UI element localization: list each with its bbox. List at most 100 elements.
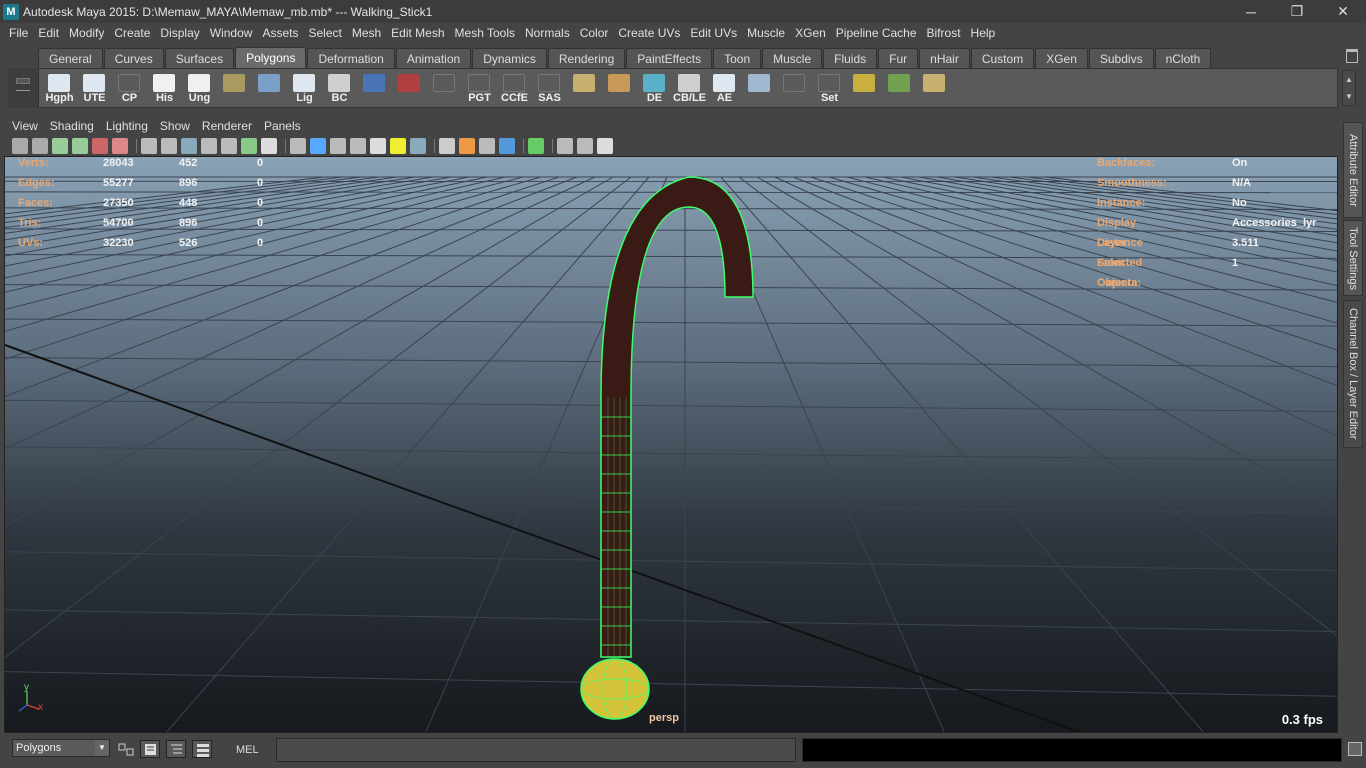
shelf-button-pgt[interactable]: PGT bbox=[463, 71, 496, 105]
shelf-button-cv-curve[interactable] bbox=[778, 71, 811, 105]
layers-icon[interactable] bbox=[192, 740, 212, 758]
perspective-viewport[interactable]: yx Verts: 28043 452 0 Edges: 55277 896 0 Faces: 2… bbox=[4, 156, 1338, 733]
menu-file[interactable]: File bbox=[4, 23, 33, 43]
snap-icon[interactable] bbox=[116, 740, 136, 758]
tab-muscle[interactable]: Muscle bbox=[762, 48, 823, 68]
minimize-button[interactable]: ─ bbox=[1228, 0, 1274, 23]
panel-menu-lighting[interactable]: Lighting bbox=[100, 119, 154, 133]
outliner-icon[interactable] bbox=[166, 740, 186, 758]
panel-menu-renderer[interactable]: Renderer bbox=[196, 119, 258, 133]
tab-channel-box-layer-editor[interactable]: Channel Box / Layer Editor bbox=[1343, 300, 1363, 448]
tab-curves[interactable]: Curves bbox=[103, 48, 164, 68]
shelf-button-bc[interactable]: BC bbox=[323, 71, 356, 105]
shelf-button-his[interactable]: His bbox=[148, 71, 181, 105]
grease-pencil-icon[interactable] bbox=[92, 138, 108, 154]
ambient-occlusion-icon[interactable] bbox=[439, 138, 455, 154]
shelf-button-spotlight[interactable] bbox=[743, 71, 776, 105]
tab-tool-settings[interactable]: Tool Settings bbox=[1343, 220, 1363, 296]
shelf-button-set[interactable]: Set bbox=[813, 71, 846, 105]
tab-fur[interactable]: Fur bbox=[878, 48, 919, 68]
image-plane-icon[interactable] bbox=[72, 138, 88, 154]
shelf-button-ccfe[interactable]: CCfE bbox=[498, 71, 531, 105]
shadows-icon[interactable] bbox=[410, 138, 426, 154]
close-button[interactable]: ✕ bbox=[1320, 0, 1366, 23]
tab-attribute-editor[interactable]: Attribute Editor bbox=[1343, 122, 1363, 218]
panel-menu-view[interactable]: View bbox=[6, 119, 44, 133]
anti-alias-icon[interactable] bbox=[499, 138, 515, 154]
bookmark-icon[interactable] bbox=[52, 138, 68, 154]
shelf-scroll-down-icon[interactable]: ▼ bbox=[1343, 88, 1355, 105]
menu-edit-mesh[interactable]: Edit Mesh bbox=[386, 23, 449, 43]
tab-custom[interactable]: Custom bbox=[970, 48, 1035, 68]
tab-nhair[interactable]: nHair bbox=[919, 48, 970, 68]
checker-icon[interactable] bbox=[370, 138, 386, 154]
mel-label[interactable]: MEL bbox=[236, 744, 259, 756]
tab-rendering[interactable]: Rendering bbox=[547, 48, 626, 68]
textured-icon[interactable] bbox=[241, 138, 257, 154]
shelf-options[interactable] bbox=[8, 68, 38, 108]
depth-of-field-icon[interactable] bbox=[479, 138, 495, 154]
shelf-button-curve[interactable] bbox=[428, 71, 461, 105]
shelf-button-ae[interactable]: AE bbox=[708, 71, 741, 105]
camera-attributes-icon[interactable] bbox=[32, 138, 48, 154]
isolate-select-icon[interactable] bbox=[557, 138, 573, 154]
two-d-pan-icon[interactable] bbox=[112, 138, 128, 154]
shelf-button-lig[interactable]: Lig bbox=[288, 71, 321, 105]
menu-modify[interactable]: Modify bbox=[64, 23, 109, 43]
shelf-button-pivot-target[interactable] bbox=[848, 71, 881, 105]
menu-display[interactable]: Display bbox=[155, 23, 204, 43]
script-editor-button[interactable] bbox=[1348, 742, 1362, 756]
snap-camera-icon[interactable] bbox=[597, 138, 613, 154]
menu-mesh[interactable]: Mesh bbox=[347, 23, 386, 43]
isolate-icon[interactable] bbox=[290, 138, 306, 154]
menu-normals[interactable]: Normals bbox=[520, 23, 575, 43]
tab-surfaces[interactable]: Surfaces bbox=[164, 48, 235, 68]
menu-window[interactable]: Window bbox=[205, 23, 258, 43]
shelf-button-magnifier[interactable] bbox=[253, 71, 286, 105]
grid-icon[interactable] bbox=[161, 138, 177, 154]
shelf-button-rotate-manip[interactable] bbox=[883, 71, 916, 105]
menu-create-uvs[interactable]: Create UVs bbox=[613, 23, 685, 43]
motion-blur-icon[interactable] bbox=[459, 138, 475, 154]
menu-create[interactable]: Create bbox=[109, 23, 155, 43]
tab-dynamics[interactable]: Dynamics bbox=[472, 48, 547, 68]
menu-bifrost[interactable]: Bifrost bbox=[922, 23, 966, 43]
tab-fluids[interactable]: Fluids bbox=[823, 48, 878, 68]
shelf-button-lattice[interactable] bbox=[358, 71, 391, 105]
wireframe-on-shaded-icon[interactable] bbox=[330, 138, 346, 154]
shelf-button-ute[interactable]: UTE bbox=[78, 71, 111, 105]
shelf-button-uv-tile[interactable] bbox=[603, 71, 636, 105]
default-material-icon[interactable] bbox=[350, 138, 366, 154]
tab-deformation[interactable]: Deformation bbox=[307, 48, 395, 68]
tab-xgen[interactable]: XGen bbox=[1035, 48, 1088, 68]
menu-mesh-tools[interactable]: Mesh Tools bbox=[450, 23, 520, 43]
tab-animation[interactable]: Animation bbox=[395, 48, 472, 68]
menu-pipeline-cache[interactable]: Pipeline Cache bbox=[831, 23, 922, 43]
smooth-shade-icon[interactable] bbox=[181, 138, 197, 154]
menu-muscle[interactable]: Muscle bbox=[742, 23, 790, 43]
menu-edit[interactable]: Edit bbox=[33, 23, 64, 43]
fit-view-icon[interactable] bbox=[577, 138, 593, 154]
menu-xgen[interactable]: XGen bbox=[790, 23, 831, 43]
shelf-button-uv-snapshot[interactable] bbox=[918, 71, 951, 105]
panel-menu-show[interactable]: Show bbox=[154, 119, 196, 133]
mel-command-input[interactable] bbox=[276, 738, 796, 762]
text-icon[interactable] bbox=[261, 138, 277, 154]
shelf-button-uv-layout[interactable] bbox=[568, 71, 601, 105]
panel-menu-shading[interactable]: Shading bbox=[44, 119, 100, 133]
panel-menu-panels[interactable]: Panels bbox=[258, 119, 307, 133]
shelf-scroll-up-icon[interactable]: ▲ bbox=[1343, 71, 1355, 88]
shelf-scroll[interactable]: ▲ ▼ bbox=[1342, 70, 1356, 106]
menu-help[interactable]: Help bbox=[966, 23, 1001, 43]
script-editor-icon[interactable] bbox=[140, 740, 160, 758]
tab-painteffects[interactable]: PaintEffects bbox=[626, 48, 713, 68]
menu-select[interactable]: Select bbox=[303, 23, 346, 43]
tab-toon[interactable]: Toon bbox=[713, 48, 762, 68]
menu-assets[interactable]: Assets bbox=[257, 23, 303, 43]
shelf-button-camera-rig[interactable] bbox=[393, 71, 426, 105]
tab-subdivs[interactable]: Subdivs bbox=[1088, 48, 1154, 68]
select-camera-icon[interactable] bbox=[12, 138, 28, 154]
shelf-button-ung[interactable]: Ung bbox=[183, 71, 216, 105]
flat-shade-icon[interactable] bbox=[201, 138, 217, 154]
chevron-down-icon[interactable]: ▼ bbox=[95, 740, 109, 756]
